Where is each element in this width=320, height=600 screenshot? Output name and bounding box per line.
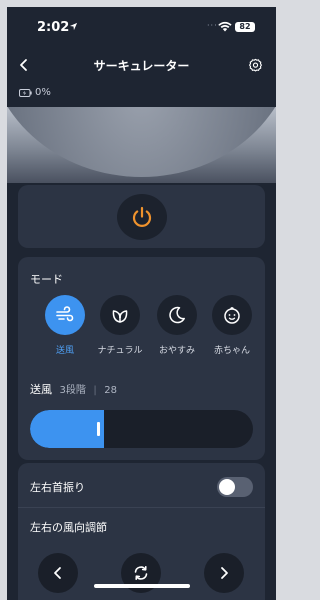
fan-grille-image [7,107,276,177]
wifi-icon [218,21,232,32]
mode-option-sleep[interactable]: おやすみ [149,295,205,357]
divider [18,507,265,508]
oscillation-label: 左右首振り [30,481,85,494]
nav-bar: サーキュレーター [7,51,276,79]
moon-icon [169,306,185,324]
settings-gear-icon[interactable] [248,58,263,73]
fan-speed-summary: 送風 3段階 | 28 [30,381,117,397]
oscillation-card: 左右首振り 左右の風向調節 [18,463,265,600]
toggle-knob [219,479,235,495]
mode-option-label: おやすみ [158,346,195,356]
mode-option-natural[interactable]: ナチュラル [92,295,148,357]
speed-level: 3段階 [59,385,86,396]
mode-option-wind[interactable]: 送風 [37,295,93,357]
fan-speed-slider[interactable] [30,410,253,448]
device-battery-text: 0% [35,87,51,98]
wind-direction-title: 左右の風向調節 [30,521,107,534]
baby-face-icon [224,307,240,324]
mode-option-label: 赤ちゃん [213,346,250,356]
home-indicator[interactable] [94,584,190,588]
battery-indicator: 82 [235,22,255,32]
oscillation-toggle[interactable] [217,477,253,497]
location-arrow-icon [69,22,78,31]
charging-battery-icon [19,89,32,97]
leaf-icon [112,310,128,323]
separator: | [93,385,97,396]
page-title: サーキュレーター [93,59,190,73]
app-screen: 2:02 ···· 82 サーキュレーター 0% モード 送風 ナチュラル おや… [7,7,276,600]
speed-mode-label: 送風 [30,383,52,396]
wind-left-button[interactable] [38,553,78,593]
chevron-left-icon [54,567,61,579]
device-image [7,107,276,183]
mode-icon-circle [212,295,252,335]
speed-value: 28 [104,385,117,396]
wind-right-button[interactable] [204,553,244,593]
mode-option-label: 送風 [55,346,74,356]
chevron-right-icon [221,567,228,579]
wind-icon [56,306,74,322]
mode-option-baby[interactable]: 赤ちゃん [204,295,260,357]
mode-icon-circle [157,295,197,335]
mode-icon-circle [100,295,140,335]
refresh-icon [134,566,148,580]
slider-thumb[interactable] [97,422,100,436]
power-button[interactable] [117,194,167,240]
mode-section-title: モード [30,273,63,286]
clock: 2:02 [37,20,70,35]
status-bar: 2:02 ···· 82 [7,7,276,43]
mode-icon-circle [45,295,85,335]
mode-option-label: ナチュラル [97,346,143,356]
mode-card: モード 送風 ナチュラル おやすみ 赤ちゃん 送風 3段階 | 28 [18,257,265,460]
slider-fill [30,410,104,448]
power-card [18,185,265,248]
power-icon [132,206,152,227]
